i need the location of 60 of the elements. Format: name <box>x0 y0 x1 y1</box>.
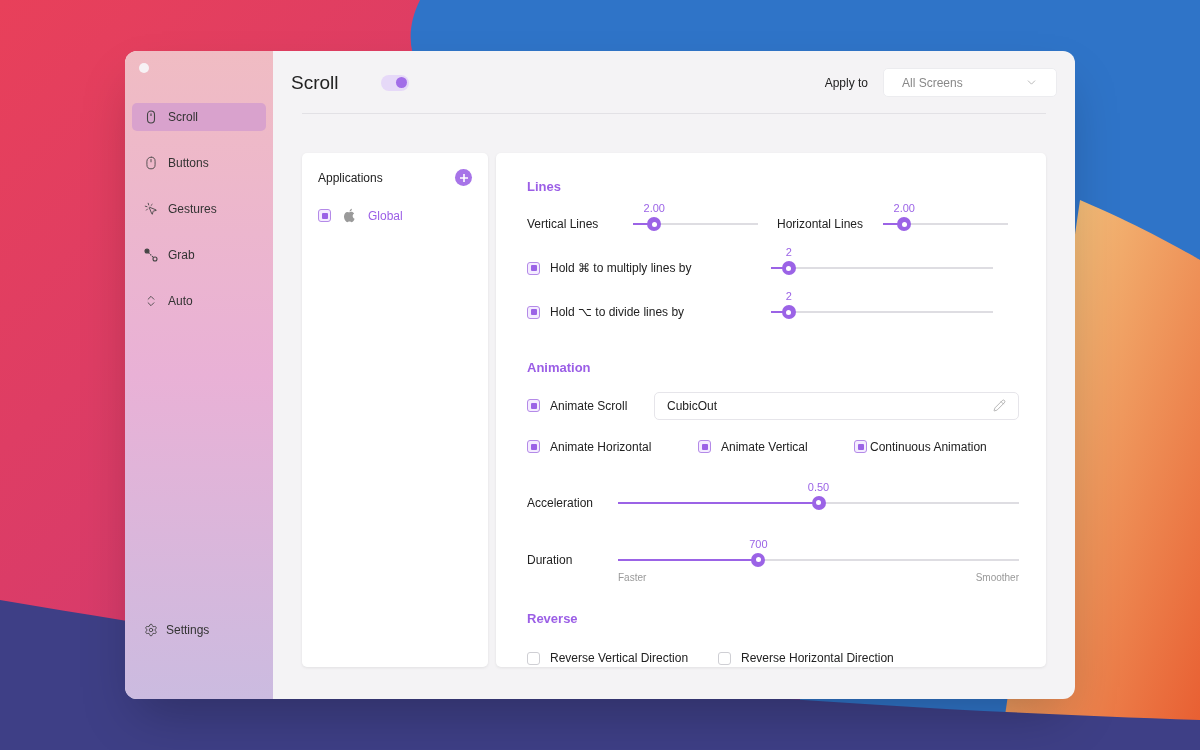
gesture-icon <box>144 202 158 216</box>
pencil-icon <box>993 399 1006 412</box>
slider-value: 2.00 <box>643 201 665 215</box>
checkbox[interactable] <box>527 651 540 665</box>
plus-icon <box>458 172 469 183</box>
section-heading: Animation <box>527 359 592 377</box>
settings-item[interactable]: Settings <box>132 621 266 639</box>
checkbox-label: Reverse Horizontal Direction <box>741 650 894 667</box>
toggle-switch[interactable] <box>380 74 409 91</box>
checkbox[interactable] <box>718 651 731 665</box>
checkbox-label: Hold ⌘ to multiply lines by <box>550 260 693 277</box>
sidebar-item[interactable]: Auto <box>132 287 266 315</box>
checkbox[interactable] <box>527 440 540 453</box>
screen-dropdown[interactable]: All Screens <box>883 68 1057 98</box>
checkbox-label: Reverse Vertical Direction <box>550 650 689 667</box>
section-heading: Reverse <box>527 609 579 628</box>
sidebar-item[interactable]: Grab <box>132 241 266 269</box>
slider-thumb[interactable] <box>811 495 826 510</box>
apple-icon <box>343 208 356 223</box>
application-item[interactable]: Global <box>368 206 403 225</box>
mouse-icon <box>144 156 158 170</box>
page-title: Scroll <box>291 70 339 95</box>
slider-value: 2.00 <box>893 201 915 215</box>
section-heading: Lines <box>527 177 562 196</box>
slider-thumb[interactable] <box>781 305 796 319</box>
slider-label: Horizontal Lines <box>777 216 865 233</box>
settings-icon <box>144 623 158 637</box>
checkbox-label: Hold ⌥ to divide lines by <box>550 304 686 321</box>
slider-value: 700 <box>749 536 768 551</box>
slider-label: Vertical Lines <box>527 216 600 233</box>
sidebar-item[interactable]: Gestures <box>132 195 266 223</box>
checkbox[interactable] <box>527 305 540 319</box>
checkbox[interactable] <box>698 440 711 453</box>
checkbox-label: Animate Scroll <box>550 397 629 415</box>
mouse-icon <box>144 110 158 124</box>
curve-field[interactable]: CubicOut <box>654 391 1019 420</box>
slider-value: 2 <box>785 245 792 259</box>
add-button[interactable] <box>455 169 472 186</box>
sidebar-item[interactable]: Buttons <box>132 149 266 177</box>
slider-thumb[interactable] <box>751 552 766 567</box>
checkbox-label: Animate Vertical <box>721 438 808 456</box>
slider-min-label: Faster <box>618 570 647 585</box>
checkbox[interactable] <box>527 261 540 275</box>
slider-label: Acceleration <box>527 494 595 512</box>
panel-title: Applications <box>318 169 383 187</box>
slider-thumb[interactable] <box>781 261 796 275</box>
checkbox[interactable] <box>527 399 540 412</box>
slider-max-label: Smoother <box>975 570 1019 585</box>
apply-to-label: Apply to <box>824 74 868 92</box>
slider-thumb[interactable] <box>897 217 912 231</box>
checkbox[interactable] <box>854 440 867 453</box>
checkbox[interactable] <box>318 209 331 222</box>
checkbox-label: Animate Horizontal <box>550 438 652 456</box>
sidebar-item[interactable]: Scroll <box>132 103 266 131</box>
connected-dots-icon <box>144 248 158 262</box>
slider-value: 0.50 <box>807 479 830 494</box>
checkbox-label: Continuous Animation <box>870 438 987 456</box>
slider-thumb[interactable] <box>647 217 662 231</box>
slider-value: 2 <box>785 289 792 303</box>
slider-label: Duration <box>527 551 574 569</box>
